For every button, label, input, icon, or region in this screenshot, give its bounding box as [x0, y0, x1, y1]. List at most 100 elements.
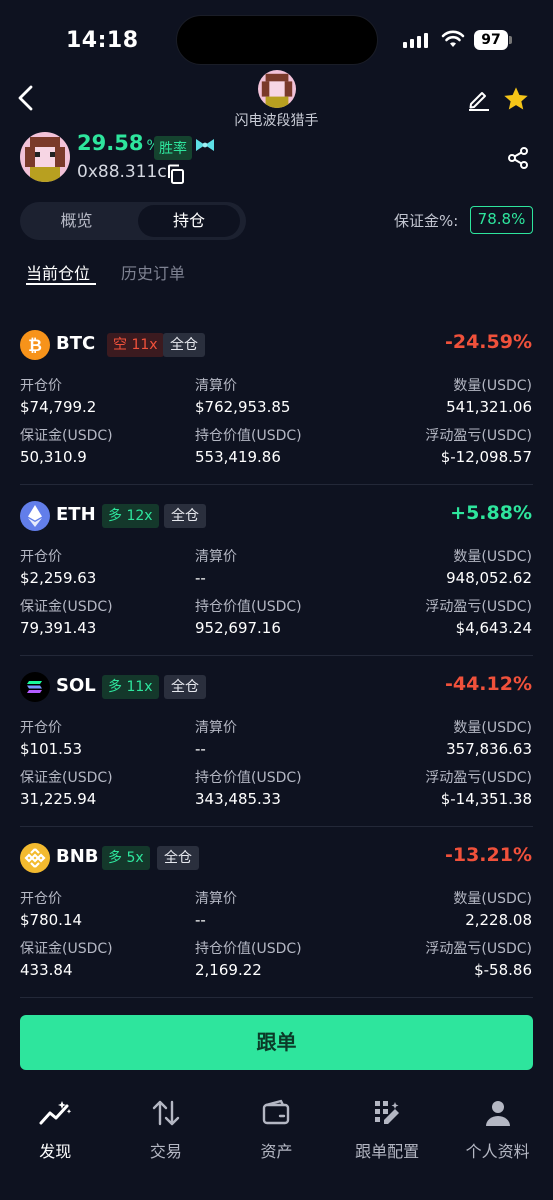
edit-icon[interactable]	[466, 86, 492, 112]
card-divider	[20, 997, 533, 998]
margin-value: 50,310.9	[20, 448, 87, 466]
cellular-signal-icon	[403, 32, 428, 48]
wallet-icon	[263, 1099, 290, 1125]
position-value-value: 553,419.86	[195, 448, 281, 466]
nav-discover[interactable]: 发现	[0, 1098, 111, 1168]
eth-coin-icon	[20, 501, 50, 531]
nav-label: 发现	[39, 1142, 72, 1161]
unrealized-pnl-label: 浮动盈亏(USDC)	[425, 428, 532, 444]
liq-price-value: --	[195, 569, 206, 587]
position-card[interactable]: ₿ BTC 空 11x 全仓 -24.59% 开仓价 $74,799.2 清算价…	[0, 314, 553, 485]
discover-icon	[39, 1101, 72, 1125]
subtab-order-history[interactable]: 历史订单	[121, 260, 185, 284]
user-icon	[485, 1101, 510, 1126]
unrealized-pnl-label: 浮动盈亏(USDC)	[425, 599, 532, 615]
quantity-label: 数量(USDC)	[453, 891, 532, 907]
margin-ratio-label: 保证金%:	[394, 212, 459, 230]
nav-trade[interactable]: 交易	[111, 1098, 222, 1168]
position-card[interactable]: BNB 多 5x 全仓 -13.21% 开仓价 $780.14 清算价 -- 数…	[0, 827, 553, 998]
margin-label: 保证金(USDC)	[20, 941, 113, 957]
nav-label: 个人资料	[465, 1142, 530, 1161]
margin-mode-badge: 全仓	[164, 504, 206, 528]
subtab-current-positions[interactable]: 当前仓位	[26, 260, 90, 284]
position-card[interactable]: ETH 多 12x 全仓 +5.88% 开仓价 $2,259.63 清算价 --…	[0, 485, 553, 656]
unrealized-pnl-value: $4,643.24	[455, 619, 532, 637]
entry-price-value: $74,799.2	[20, 398, 97, 416]
quantity-label: 数量(USDC)	[453, 378, 532, 394]
position-value-label: 持仓价值(USDC)	[195, 941, 302, 957]
margin-value: 79,391.43	[20, 619, 97, 637]
liq-price-value: --	[195, 740, 206, 758]
entry-price-value: $2,259.63	[20, 569, 97, 587]
share-icon[interactable]	[506, 146, 530, 170]
position-value-value: 343,485.33	[195, 790, 281, 808]
star-icon[interactable]	[502, 85, 530, 113]
position-side-leverage: 多 12x	[102, 504, 159, 528]
pnl-percent: -44.12%	[444, 673, 532, 695]
position-value-value: 952,697.16	[195, 619, 281, 637]
pnl-percent: -24.59%	[444, 331, 532, 353]
unrealized-pnl-value: $-12,098.57	[440, 448, 532, 466]
btc-coin-icon: ₿	[20, 330, 50, 360]
pnl-percent: -13.21%	[444, 844, 532, 866]
header-avatar	[258, 70, 296, 108]
battery-cap	[509, 36, 512, 44]
wifi-icon	[441, 30, 465, 47]
entry-price-value: $780.14	[20, 911, 83, 929]
liq-price-label: 清算价	[195, 720, 237, 736]
margin-label: 保证金(USDC)	[20, 770, 113, 786]
position-symbol: SOL	[56, 675, 96, 696]
position-value-label: 持仓价值(USDC)	[195, 770, 302, 786]
entry-price-label: 开仓价	[20, 378, 62, 394]
win-rate-value: 29.58	[77, 131, 144, 155]
trader-avatar	[20, 132, 70, 182]
bottom-nav: 发现 交易 资产 跟单配置 个人资料	[0, 1098, 553, 1168]
margin-ratio-value: 78.8%	[470, 206, 533, 234]
trade-arrows-icon	[152, 1100, 180, 1126]
liq-price-label: 清算价	[195, 549, 237, 565]
header-trader-name: 闪电波段猎手	[234, 113, 319, 129]
entry-price-label: 开仓价	[20, 891, 62, 907]
quantity-value: 948,052.62	[446, 569, 532, 587]
nav-copy-settings[interactable]: 跟单配置	[332, 1098, 443, 1168]
liq-price-label: 清算价	[195, 891, 237, 907]
margin-label: 保证金(USDC)	[20, 599, 113, 615]
subtab-active-indicator	[26, 283, 96, 285]
nav-label: 跟单配置	[355, 1142, 420, 1161]
margin-label: 保证金(USDC)	[20, 428, 113, 444]
liq-price-value: --	[195, 911, 206, 929]
pnl-percent: +5.88%	[450, 502, 532, 524]
nav-label: 交易	[149, 1142, 182, 1161]
nav-assets[interactable]: 资产	[221, 1098, 332, 1168]
tab-overview[interactable]: 概览	[20, 202, 133, 240]
position-symbol: BTC	[56, 333, 96, 354]
position-side-leverage: 多 11x	[102, 675, 159, 699]
unrealized-pnl-value: $-14,351.38	[440, 790, 532, 808]
quantity-value: 2,228.08	[465, 911, 532, 929]
follow-trade-button[interactable]: 跟单	[20, 1015, 533, 1070]
unrealized-pnl-value: $-58.86	[474, 961, 532, 979]
position-card[interactable]: SOL 多 11x 全仓 -44.12% 开仓价 $101.53 清算价 -- …	[0, 656, 553, 827]
margin-mode-badge: 全仓	[163, 333, 205, 357]
grid-edit-icon	[375, 1101, 400, 1124]
position-symbol: BNB	[56, 846, 99, 867]
back-button[interactable]	[14, 84, 38, 112]
position-value-label: 持仓价值(USDC)	[195, 599, 302, 615]
liq-price-label: 清算价	[195, 378, 237, 394]
bow-icon	[196, 139, 214, 151]
svg-text:₿: ₿	[28, 336, 42, 356]
quantity-label: 数量(USDC)	[453, 549, 532, 565]
copy-icon[interactable]	[166, 164, 186, 184]
nav-profile[interactable]: 个人资料	[442, 1098, 553, 1168]
unrealized-pnl-label: 浮动盈亏(USDC)	[425, 941, 532, 957]
status-time: 14:18	[66, 28, 139, 53]
position-symbol: ETH	[56, 504, 96, 525]
battery-indicator: 97	[474, 30, 508, 50]
position-side-leverage: 空 11x	[107, 333, 164, 357]
position-side-leverage: 多 5x	[102, 846, 150, 870]
nav-label: 资产	[260, 1142, 293, 1161]
wallet-address: 0x88.311c	[77, 162, 167, 182]
tab-positions[interactable]: 持仓	[138, 205, 240, 237]
dynamic-island	[176, 15, 378, 65]
quantity-value: 541,321.06	[446, 398, 532, 416]
